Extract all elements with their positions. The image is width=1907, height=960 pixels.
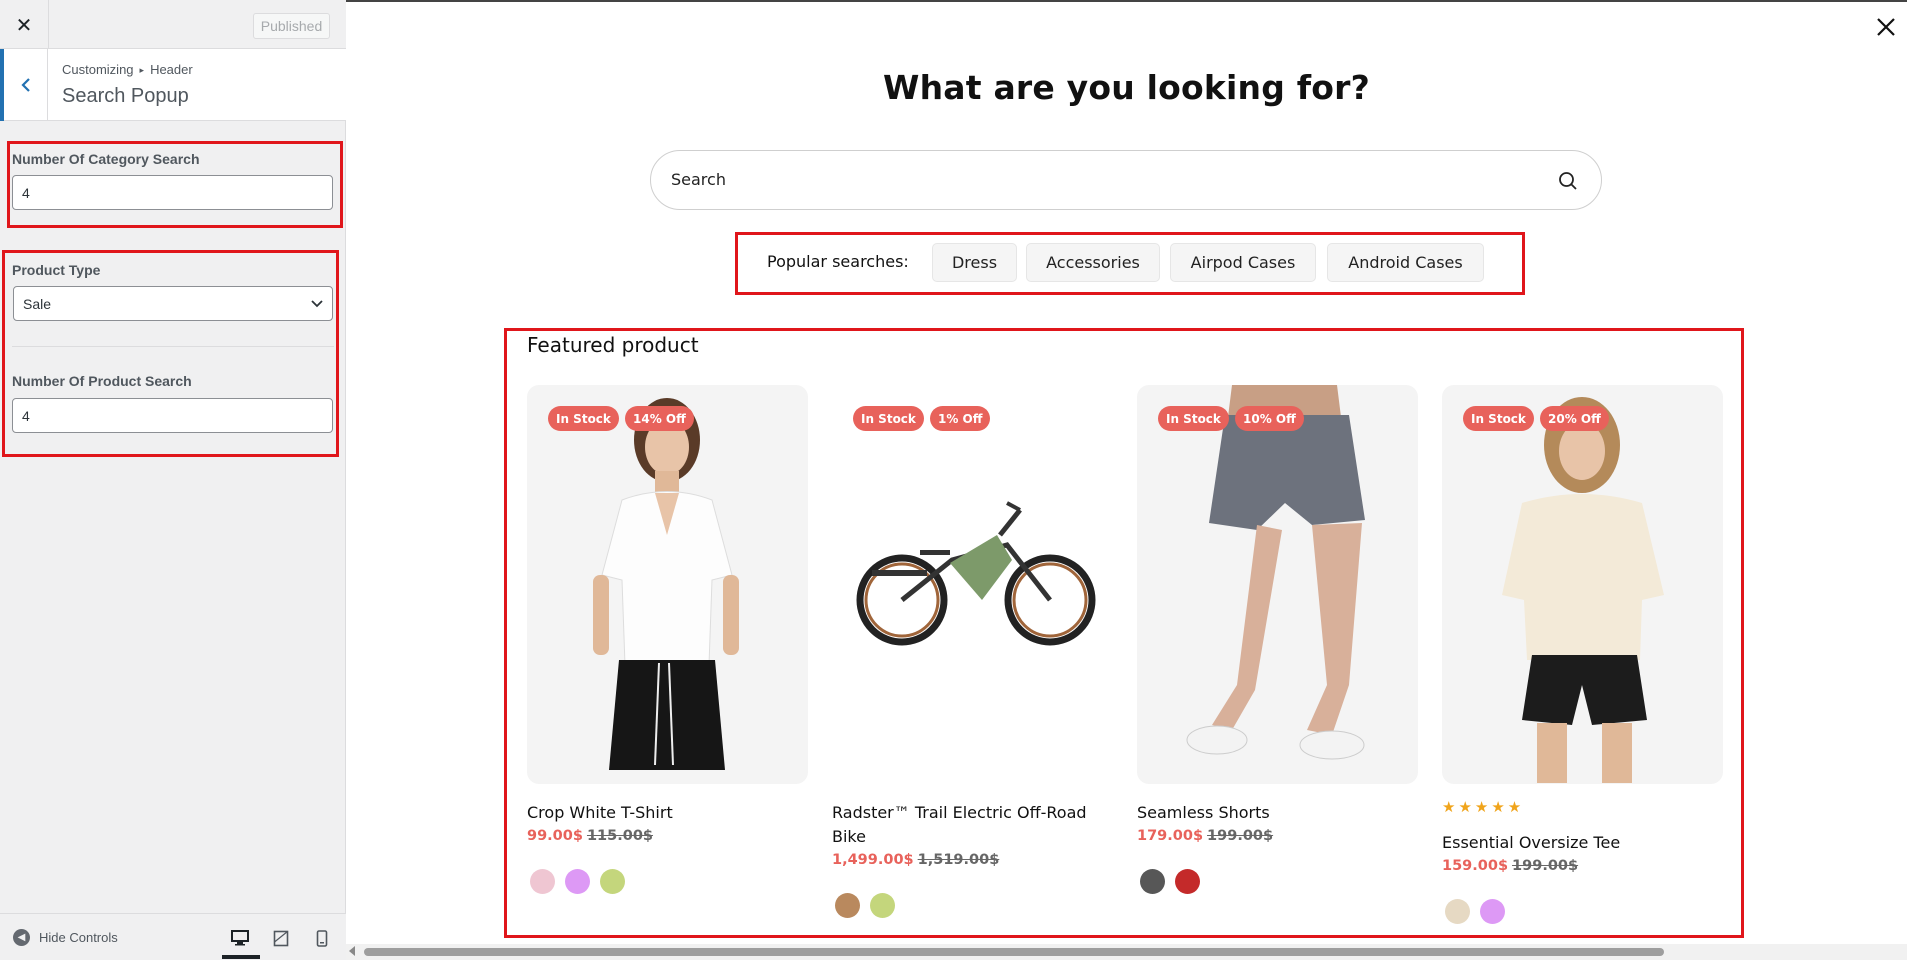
product-photo-oversize-tee [1502, 397, 1664, 783]
popular-searches: Popular searches: Dress Accessories Airp… [735, 232, 1524, 294]
color-swatch[interactable] [600, 869, 625, 894]
product-card[interactable]: In Stock 20% Off ★★★★★ Essential Oversiz… [1442, 385, 1723, 924]
product-image[interactable]: In Stock 20% Off [1442, 385, 1723, 784]
close-icon: ✕ [15, 12, 33, 37]
current-price: 1,499.00$ [832, 852, 914, 868]
stock-badge: In Stock [853, 406, 924, 431]
color-swatch[interactable] [1480, 899, 1505, 924]
popular-term-chip[interactable]: Dress [932, 243, 1017, 282]
tablet-preview-button[interactable] [269, 926, 293, 950]
popup-heading: What are you looking for? [883, 68, 1370, 107]
product-price: 1,499.00$ 1,519.00$ [832, 852, 999, 868]
rating-stars: ★★★★★ [1442, 798, 1525, 816]
search-icon [1559, 172, 1577, 190]
close-customizer-button[interactable]: ✕ [0, 0, 49, 49]
featured-products: Featured product In Stock 14% Off Crop W… [504, 328, 1744, 936]
product-price: 99.00$ 115.00$ [527, 828, 653, 844]
preview-top-border [346, 0, 1907, 2]
breadcrumb-root: Customizing [62, 62, 134, 77]
breadcrumb-section: Header [150, 62, 193, 77]
product-card[interactable]: In Stock 14% Off Crop White T-Shirt 99.0… [527, 385, 808, 894]
breadcrumb-separator: ▸ [139, 65, 145, 75]
color-swatch[interactable] [1445, 899, 1470, 924]
popular-term-chip[interactable]: Accessories [1026, 243, 1160, 282]
product-photo-bike [856, 501, 1096, 646]
hide-controls-label: Hide Controls [39, 930, 118, 945]
close-popup-button[interactable] [1875, 16, 1897, 38]
product-image[interactable]: In Stock 10% Off [1137, 385, 1418, 784]
product-card[interactable]: In Stock 10% Off Seamless Shorts 179.00$… [1137, 385, 1418, 894]
customizer-sidebar: ✕ Published Customizing ▸ Header Search Po… [0, 0, 346, 960]
product-card[interactable]: In Stock 1% Off Radster™ Trail Electric … [832, 385, 1113, 918]
highlight-box-category [7, 141, 343, 228]
product-image[interactable]: In Stock 1% Off [832, 385, 1113, 784]
highlight-box-product [2, 250, 339, 457]
product-image[interactable]: In Stock 14% Off [527, 385, 808, 784]
popular-term-chip[interactable]: Airpod Cases [1170, 243, 1316, 282]
scroll-left-icon[interactable] [349, 946, 355, 956]
color-swatch[interactable] [870, 893, 895, 918]
stock-badge: In Stock [1158, 406, 1229, 431]
color-swatch[interactable] [530, 869, 555, 894]
search-button[interactable] [1557, 170, 1579, 192]
product-price: 179.00$ 199.00$ [1137, 828, 1273, 844]
color-swatch[interactable] [835, 893, 860, 918]
current-price: 159.00$ [1442, 858, 1509, 874]
mobile-icon [316, 929, 328, 947]
customizer-header: ✕ Published [0, 0, 346, 49]
discount-badge: 10% Off [1235, 406, 1304, 431]
product-name[interactable]: Seamless Shorts [1137, 801, 1418, 825]
color-swatch[interactable] [1140, 869, 1165, 894]
old-price: 115.00$ [586, 828, 654, 844]
stock-badge: In Stock [548, 406, 619, 431]
color-swatch[interactable] [565, 869, 590, 894]
publish-button[interactable]: Published [253, 13, 330, 39]
horizontal-scrollbar[interactable] [346, 944, 1907, 960]
old-price: 199.00$ [1207, 828, 1274, 844]
product-name[interactable]: Essential Oversize Tee [1442, 831, 1723, 855]
discount-badge: 1% Off [930, 406, 991, 431]
color-swatch[interactable] [1175, 869, 1200, 894]
popular-term-chip[interactable]: Android Cases [1327, 243, 1484, 282]
popular-searches-label: Popular searches: [767, 252, 909, 271]
mobile-preview-button[interactable] [310, 926, 334, 950]
close-icon [1877, 18, 1895, 36]
section-title: Search Popup [62, 85, 189, 107]
old-price: 199.00$ [1512, 858, 1579, 874]
breadcrumb: Customizing ▸ Header [62, 62, 193, 77]
hide-controls-button[interactable]: ◀ Hide Controls [13, 929, 118, 946]
back-button[interactable] [0, 49, 48, 121]
discount-badge: 14% Off [625, 406, 694, 431]
product-name[interactable]: Radster™ Trail Electric Off-Road Bike [832, 801, 1113, 849]
arrow-left-circle-icon: ◀ [13, 929, 30, 946]
screen: ✕ Published Customizing ▸ Header Search Po… [0, 0, 1907, 960]
product-price: 159.00$ 199.00$ [1442, 858, 1578, 874]
customizer-footer: ◀ Hide Controls [0, 913, 346, 960]
search-placeholder: Search [671, 170, 726, 189]
product-photo-tshirt [593, 398, 739, 770]
desktop-icon [231, 930, 249, 946]
tablet-icon [273, 930, 289, 946]
current-price: 99.00$ [527, 828, 583, 844]
section-header: Customizing ▸ Header Search Popup [0, 49, 346, 121]
search-input[interactable]: Search [650, 150, 1602, 210]
chevron-left-icon [20, 78, 30, 92]
active-device-indicator [222, 955, 260, 959]
desktop-preview-button[interactable] [228, 926, 252, 950]
current-price: 179.00$ [1137, 828, 1204, 844]
old-price: 1,519.00$ [917, 852, 1000, 868]
stock-badge: In Stock [1463, 406, 1534, 431]
product-photo-shorts [1186, 385, 1365, 760]
product-name[interactable]: Crop White T-Shirt [527, 801, 808, 825]
scrollbar-thumb[interactable] [364, 948, 1664, 956]
featured-title: Featured product [527, 333, 699, 357]
discount-badge: 20% Off [1540, 406, 1609, 431]
